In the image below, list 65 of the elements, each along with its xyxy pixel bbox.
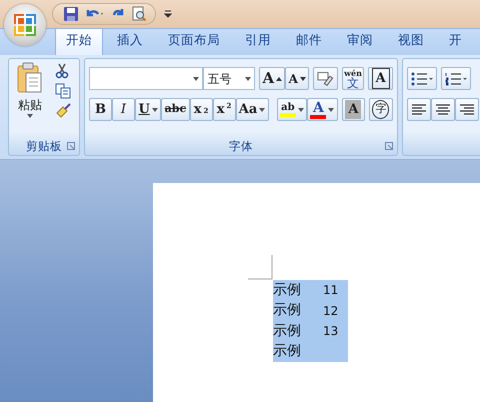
- line-label: 示例: [273, 301, 301, 320]
- ribbon-tab[interactable]: 页面布局: [157, 29, 231, 55]
- enclose-characters-button[interactable]: 字: [368, 98, 393, 121]
- paste-button[interactable]: 粘贴: [18, 96, 42, 114]
- character-border-button[interactable]: A: [368, 67, 393, 90]
- font-color-button[interactable]: A: [307, 98, 338, 121]
- caret-icon[interactable]: [245, 76, 252, 80]
- shrink-font-button[interactable]: A: [285, 67, 310, 90]
- ribbon-tab[interactable]: 引用: [234, 29, 282, 55]
- save-icon[interactable]: [63, 6, 79, 22]
- font-name-field[interactable]: [89, 67, 204, 90]
- caret-icon: [298, 108, 304, 112]
- eraser-icon: [317, 70, 334, 86]
- triangle-icon: [300, 76, 306, 82]
- line-number: 11: [323, 282, 338, 300]
- align-right-button[interactable]: [455, 98, 479, 121]
- office-button[interactable]: [4, 4, 46, 46]
- ribbon-tab[interactable]: 开: [438, 29, 473, 55]
- character-shading-button[interactable]: A: [342, 98, 365, 121]
- align-left-button[interactable]: [407, 98, 431, 121]
- group-label: 字体: [229, 139, 253, 153]
- dialog-launcher-icon[interactable]: [67, 142, 75, 150]
- ribbon-tab[interactable]: 插入: [106, 29, 154, 55]
- format-painter-icon[interactable]: [55, 103, 71, 119]
- line-label: 示例: [273, 342, 301, 362]
- bold-button[interactable]: B: [89, 98, 112, 121]
- italic-button[interactable]: I: [112, 98, 135, 121]
- ribbon-tab[interactable]: 审阅: [336, 29, 384, 55]
- caret-icon[interactable]: [193, 76, 200, 80]
- paste-icon[interactable]: [17, 62, 43, 94]
- group-label: 剪贴板: [26, 139, 62, 153]
- underline-button[interactable]: U: [135, 98, 162, 121]
- superscript-button[interactable]: x$^{2}$: [212, 98, 236, 121]
- line-label: 示例: [273, 280, 301, 300]
- font-size-field[interactable]: 五号: [203, 67, 256, 90]
- ribbon-tab[interactable]: 邮件: [285, 29, 333, 55]
- numbered-list-button[interactable]: [441, 67, 471, 90]
- caret-icon: [328, 108, 334, 112]
- cut-icon[interactable]: [55, 63, 69, 79]
- align-center-button[interactable]: [431, 98, 455, 121]
- highlight-button[interactable]: ab: [276, 98, 308, 121]
- clear-formatting-button[interactable]: [313, 67, 338, 90]
- bullet-list-button[interactable]: [407, 67, 437, 90]
- grow-font-button[interactable]: A: [259, 67, 286, 90]
- strikethrough-button[interactable]: abc: [161, 98, 190, 121]
- triangle-icon: [276, 76, 282, 82]
- dialog-launcher-icon[interactable]: [385, 142, 393, 150]
- change-case-button[interactable]: Aa: [236, 98, 269, 121]
- line-number: 13: [323, 323, 338, 340]
- caret-icon[interactable]: [27, 114, 33, 118]
- ribbon-tab[interactable]: 开始: [55, 29, 103, 55]
- align-right-icon: [459, 104, 475, 116]
- line-number: 12: [323, 302, 338, 320]
- phonetic-guide-button[interactable]: wén 文: [342, 67, 364, 90]
- customize-toolbar-icon[interactable]: [164, 10, 172, 18]
- print-preview-icon[interactable]: [131, 6, 147, 22]
- caret-icon: [152, 108, 158, 112]
- copy-icon[interactable]: [55, 83, 71, 99]
- align-left-icon: [411, 104, 427, 116]
- ribbon-tab[interactable]: 视图: [387, 29, 435, 55]
- margin-corner-mark: [248, 255, 273, 280]
- line-label: 示例: [273, 322, 301, 341]
- align-center-icon: [435, 104, 451, 116]
- office-logo-icon: [12, 12, 38, 38]
- caret-icon: [259, 108, 266, 112]
